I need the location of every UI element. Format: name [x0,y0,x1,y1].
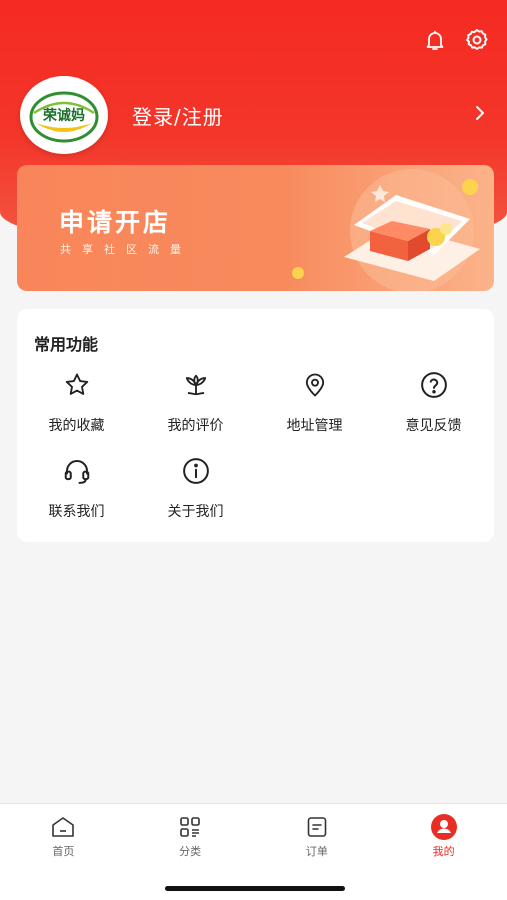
chevron-right-icon[interactable] [474,104,486,126]
banner-subtitle: 共享社区流量 [60,243,192,256]
function-label: 关于我们 [167,504,224,520]
profile-icon [429,813,459,841]
function-label: 联系我们 [48,504,105,520]
bottom-tab-bar: 首页 分类 订单 我的 [0,803,507,900]
tab-orders[interactable]: 订单 [254,804,381,864]
flower-icon [178,367,214,403]
header-actions [421,26,491,54]
function-favorites[interactable]: 我的收藏 [17,367,136,439]
gear-icon[interactable] [463,26,491,54]
tab-home[interactable]: 首页 [0,804,127,864]
category-grid-icon [175,813,205,841]
profile-row[interactable]: 荣诚妈 登录/注册 [20,76,490,154]
home-indicator [165,886,345,891]
order-icon [302,813,332,841]
tab-label: 分类 [179,845,202,858]
tab-label: 我的 [432,845,455,858]
function-label: 地址管理 [286,418,343,434]
tab-category[interactable]: 分类 [127,804,254,864]
banner-title: 申请开店 [59,208,172,237]
function-label: 我的收藏 [48,418,105,434]
logo-text: 荣诚妈 [43,108,85,124]
star-icon [59,367,95,403]
function-address[interactable]: 地址管理 [255,367,374,439]
tab-mine[interactable]: 我的 [380,804,507,864]
info-icon [178,453,214,489]
tab-label: 订单 [305,845,328,858]
brand-logo: 荣诚妈 [28,83,100,147]
function-label: 意见反馈 [405,418,462,434]
question-icon [416,367,452,403]
location-pin-icon [297,367,333,403]
tab-label: 首页 [52,845,75,858]
function-contact[interactable]: 联系我们 [17,453,136,525]
function-about[interactable]: 关于我们 [136,453,255,525]
home-icon [48,813,78,841]
open-store-banner[interactable]: 申请开店 共享社区流量 [17,165,494,291]
function-reviews[interactable]: 我的评价 [136,367,255,439]
login-register-link[interactable]: 登录/注册 [132,101,224,130]
bell-icon[interactable] [421,26,449,54]
common-functions-card: 常用功能 我的收藏 我的评价 地址管理 意见反馈 联系我们 关于我们 [17,309,494,542]
function-label: 我的评价 [167,418,224,434]
avatar[interactable]: 荣诚妈 [20,76,108,154]
function-feedback[interactable]: 意见反馈 [374,367,493,439]
headset-icon [59,453,95,489]
section-title: 常用功能 [34,335,99,354]
storefront-illustration [284,165,494,291]
